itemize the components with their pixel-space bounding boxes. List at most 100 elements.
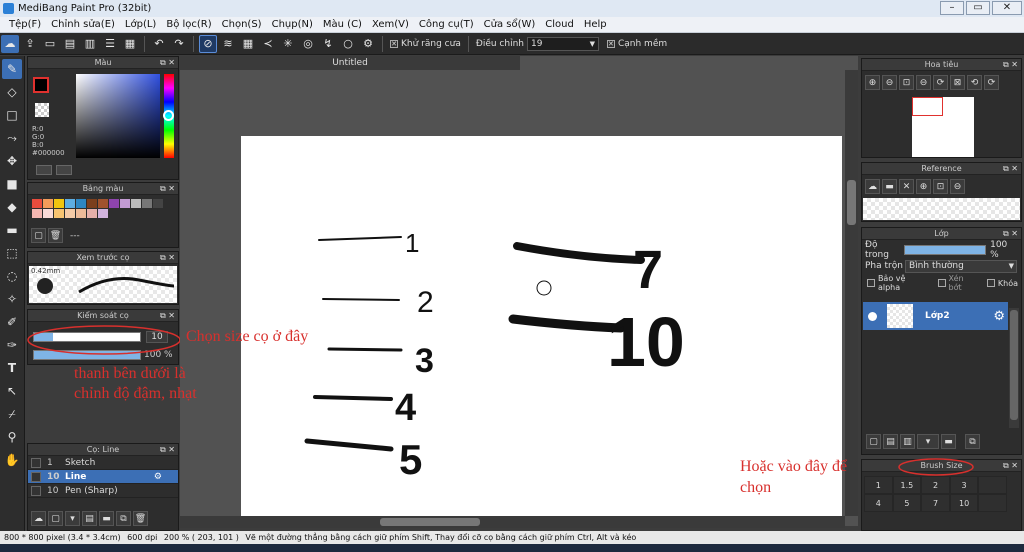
smooth-checkbox[interactable]: ✕ [606, 39, 615, 48]
palette-swatch[interactable] [142, 199, 152, 208]
brush-size-option[interactable] [978, 476, 1007, 494]
eraser-tool-icon[interactable]: ◇ [2, 82, 22, 102]
rotate-icon[interactable]: ⟳ [933, 75, 948, 90]
grid-icon[interactable]: ▦ [121, 35, 139, 53]
circle-snap-icon[interactable]: ◎ [299, 35, 317, 53]
brush-settings-gear-icon[interactable]: ⚙ [154, 472, 162, 482]
brush-size-option[interactable]: 4 [864, 494, 893, 512]
menu-tools[interactable]: Công cụ(T) [414, 19, 479, 30]
saturation-value-picker[interactable] [76, 74, 160, 158]
bucket-tool-icon[interactable]: ◆ [2, 197, 22, 217]
eye-icon[interactable] [868, 311, 877, 321]
eyedropper-icon[interactable]: ⚲ [2, 427, 22, 447]
cloud-icon[interactable]: ☁ [1, 34, 19, 53]
palette-swatch[interactable] [87, 209, 97, 218]
blend-mode-dropdown[interactable]: Bình thường ▼ [905, 259, 1017, 273]
palette-swatch[interactable] [109, 199, 119, 208]
page-icon[interactable]: ▤ [61, 35, 79, 53]
clipping-checkbox[interactable] [937, 279, 946, 287]
navigator-thumbnail[interactable] [912, 97, 974, 157]
hand-tool-icon[interactable]: ✋ [2, 450, 22, 470]
palette-swatch[interactable] [43, 199, 53, 208]
copy-layer-icon[interactable]: ▤ [883, 434, 898, 449]
dot-tool-icon[interactable]: □ [2, 105, 22, 125]
adjust-dropdown[interactable]: 19 ▼ [526, 36, 599, 51]
vertical-scroll-thumb[interactable] [847, 180, 856, 225]
text-tool-icon[interactable]: T [2, 358, 22, 378]
layer-scrollbar[interactable] [1009, 308, 1019, 428]
hue-slider-handle[interactable] [163, 110, 174, 121]
document-icon[interactable]: ▥ [81, 35, 99, 53]
cloud-brush-icon[interactable]: ☁ [31, 511, 46, 526]
menu-select[interactable]: Chọn(S) [217, 19, 267, 30]
brush-size-option[interactable] [978, 494, 1007, 512]
merge-layer-icon[interactable]: ⧉ [965, 434, 980, 449]
layer-row[interactable]: Lớp2 ⚙ [863, 302, 1008, 330]
antialias-checkbox[interactable]: ✕ [390, 39, 398, 48]
add-layer-type-icon[interactable]: ▾ [917, 434, 939, 449]
radial-snap-icon[interactable]: ✳ [279, 35, 297, 53]
undo-icon[interactable]: ↶ [150, 35, 168, 53]
document-tab[interactable]: Untitled [180, 56, 520, 70]
parallel-snap-icon[interactable]: ≋ [219, 35, 237, 53]
brush-type-icon[interactable]: ▾ [65, 511, 80, 526]
select-pen-icon[interactable]: ✐ [2, 312, 22, 332]
palette-swatch[interactable] [120, 199, 130, 208]
ellipse-snap-icon[interactable]: ○ [339, 35, 357, 53]
panel-close-icon[interactable]: ⧉ ✕ [160, 183, 175, 195]
brush-size-option[interactable]: 10 [949, 494, 979, 512]
lasso-tool-icon[interactable]: ⤳ [2, 128, 22, 148]
palette-swatch[interactable] [76, 209, 86, 218]
menu-view[interactable]: Xem(V) [367, 19, 414, 30]
rotate-left-icon[interactable]: ⟲ [967, 75, 982, 90]
brush-size-option[interactable]: 5 [892, 494, 922, 512]
brush-size-option[interactable]: 2 [921, 476, 950, 494]
minimize-button[interactable]: – [940, 1, 964, 15]
select-lasso-icon[interactable]: ◌ [2, 266, 22, 286]
brush-item-pen-sharp[interactable]: 10 Pen (Sharp) [28, 484, 178, 498]
palette-swatch[interactable] [43, 209, 53, 218]
snap-settings-icon[interactable]: ⚙ [359, 35, 377, 53]
palette-swatch[interactable] [65, 209, 75, 218]
palette-swatch[interactable] [153, 199, 163, 208]
cross-snap-icon[interactable]: ▦ [239, 35, 257, 53]
brush-size-option[interactable]: 1 [864, 476, 893, 494]
copy-brush-icon[interactable]: ▤ [82, 511, 97, 526]
delete-reference-icon[interactable]: ✕ [899, 179, 914, 194]
delete-brush-icon[interactable]: 🗑 [133, 511, 148, 526]
zoom-out-2-icon[interactable]: ⊖ [916, 75, 931, 90]
vertical-scrollbar[interactable] [845, 70, 858, 516]
palette-swatch[interactable] [54, 209, 64, 218]
list-icon[interactable]: ☰ [101, 35, 119, 53]
menu-layer[interactable]: Lớp(L) [120, 19, 161, 30]
mask-layer-icon[interactable]: ▥ [900, 434, 915, 449]
panel-close-icon[interactable]: ⧉ ✕ [1003, 460, 1018, 472]
menu-file[interactable]: Tệp(F) [4, 19, 46, 30]
comment-icon[interactable]: ▭ [41, 35, 59, 53]
panel-close-icon[interactable]: ⧉ ✕ [160, 310, 175, 322]
close-button[interactable]: ✕ [992, 1, 1022, 15]
horizontal-scrollbar[interactable] [180, 516, 845, 528]
cloud-reference-icon[interactable]: ☁ [865, 179, 880, 194]
protect-alpha-checkbox[interactable] [867, 279, 875, 287]
layer-folder-icon[interactable]: ▬ [941, 434, 956, 449]
select-rect-icon[interactable]: ⬚ [2, 243, 22, 263]
select-eraser-icon[interactable]: ✑ [2, 335, 22, 355]
zoom-out-icon[interactable]: ⊖ [882, 75, 897, 90]
redo-icon[interactable]: ↷ [170, 35, 188, 53]
foreground-swatch[interactable] [33, 77, 49, 93]
reset-icon[interactable]: ⊠ [950, 75, 965, 90]
brush-tool-icon[interactable]: ✎ [2, 59, 22, 79]
menu-help[interactable]: Help [579, 19, 612, 30]
palette-swatch[interactable] [54, 199, 64, 208]
zoom-in-reference-icon[interactable]: ⊕ [916, 179, 931, 194]
menu-edit[interactable]: Chỉnh sửa(E) [46, 19, 120, 30]
add-brush-icon[interactable]: ▢ [48, 511, 63, 526]
color-mode-button[interactable] [36, 165, 52, 175]
menu-cloud[interactable]: Cloud [540, 19, 579, 30]
panel-close-icon[interactable]: ⧉ ✕ [1003, 163, 1018, 175]
fit-reference-icon[interactable]: ⊡ [933, 179, 948, 194]
menu-snap[interactable]: Chụp(N) [267, 19, 318, 30]
layer-opacity-slider[interactable] [904, 245, 987, 255]
move-tool-icon[interactable]: ✥ [2, 151, 22, 171]
